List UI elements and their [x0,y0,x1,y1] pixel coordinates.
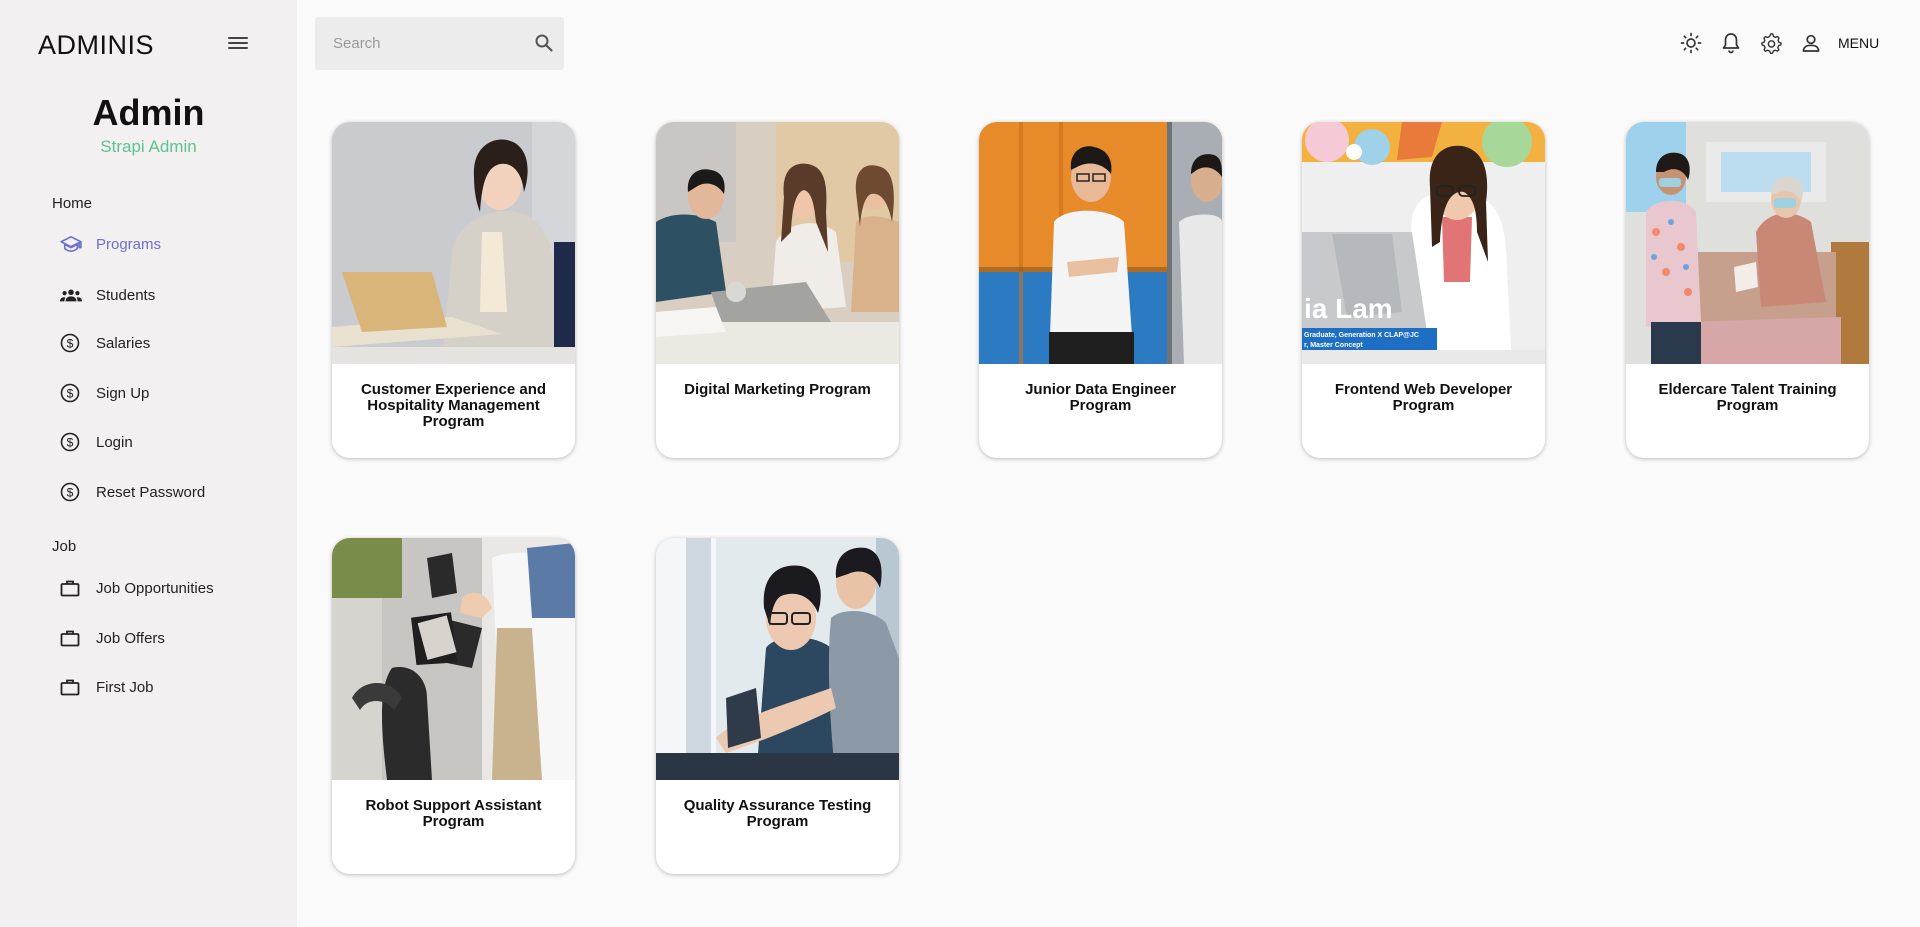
program-title: Customer Experience and Hospitality Mana… [360,381,547,430]
briefcase-icon [48,579,96,597]
program-image [332,122,575,364]
sidebar-item-job-opportunities[interactable]: Job Opportunities [48,570,278,606]
program-title: Eldercare Talent Training Program [1658,381,1837,414]
program-image [656,122,899,364]
sidebar-item-label: Programs [96,235,162,253]
dollar-circle-icon: $ [48,432,96,452]
svg-text:$: $ [67,436,74,450]
overlay-line-1: Graduate, Generation X CLAP@JC [1304,332,1419,339]
sidebar-item-label: Reset Password [96,483,206,501]
sidebar-item-label: Salaries [96,334,151,352]
program-image [979,122,1222,364]
sidebar-item-label: Login [96,433,133,451]
search-icon[interactable] [534,33,554,53]
sidebar-item-reset-password[interactable]: $ Reset Password [48,474,278,510]
sidebar-item-label: Job Offers [96,629,165,647]
profile-name: Admin [92,92,205,133]
dollar-circle-icon: $ [48,383,96,403]
svg-text:$: $ [67,337,74,351]
hamburger-menu-icon[interactable] [228,37,248,53]
program-card[interactable]: Eldercare Talent Training Program [1626,122,1869,458]
section-title-home: Home [52,195,93,212]
section-title-job: Job [52,538,77,555]
sun-icon[interactable] [1678,30,1704,56]
program-title: Frontend Web Developer Program [1334,381,1513,414]
sidebar-item-salaries[interactable]: $ Salaries [48,325,278,361]
gear-icon[interactable] [1758,30,1784,56]
graduation-cap-icon [48,235,96,253]
search-input[interactable] [333,17,523,70]
sidebar-item-programs[interactable]: Programs [48,226,278,262]
overlay-line-2: r, Master Concept [1304,342,1363,349]
program-image [1626,122,1869,364]
sidebar-item-first-job[interactable]: First Job [48,669,278,705]
sidebar: ADMINIS Admin Strapi Admin Home Programs… [0,0,297,927]
program-title: Robot Support Assistant Program [365,797,542,830]
sidebar-item-label: First Job [96,678,154,696]
sidebar-item-job-offers[interactable]: Job Offers [48,620,278,656]
svg-text:$: $ [67,486,74,500]
sidebar-item-label: Job Opportunities [96,579,214,597]
bell-icon[interactable] [1718,30,1744,56]
overlay-name: ia Lam [1304,293,1393,324]
menu-button[interactable]: MENU [1838,35,1879,51]
svg-text:$: $ [67,387,74,401]
program-card[interactable]: Quality Assurance Testing Program [656,538,899,874]
program-title: Digital Marketing Program [684,381,871,398]
program-card[interactable]: Junior Data Engineer Program [979,122,1222,458]
dollar-circle-icon: $ [48,482,96,502]
people-icon [48,287,96,303]
program-card[interactable]: Digital Marketing Program [656,122,899,458]
sidebar-item-login[interactable]: $ Login [48,424,278,460]
program-image [332,538,575,780]
briefcase-icon [48,678,96,696]
program-card[interactable]: Customer Experience and Hospitality Mana… [332,122,575,458]
program-card[interactable]: Robot Support Assistant Program [332,538,575,874]
sidebar-item-label: Sign Up [96,384,150,402]
program-image [656,538,899,780]
sidebar-item-sign-up[interactable]: $ Sign Up [48,375,278,411]
dollar-circle-icon: $ [48,333,96,353]
program-image: ia Lam Graduate, Generation X CLAP@JC r,… [1302,122,1545,364]
user-icon[interactable] [1798,30,1824,56]
briefcase-icon [48,629,96,647]
sidebar-item-label: Students [96,286,156,304]
program-title: Junior Data Engineer Program [1025,381,1176,414]
sidebar-item-students[interactable]: Students [48,277,278,313]
program-title: Quality Assurance Testing Program [683,797,872,830]
profile-role: Strapi Admin [100,137,197,156]
search-box [315,17,564,70]
brand-logo: ADMINIS [38,30,155,60]
program-card[interactable]: ia Lam Graduate, Generation X CLAP@JC r,… [1302,122,1545,458]
